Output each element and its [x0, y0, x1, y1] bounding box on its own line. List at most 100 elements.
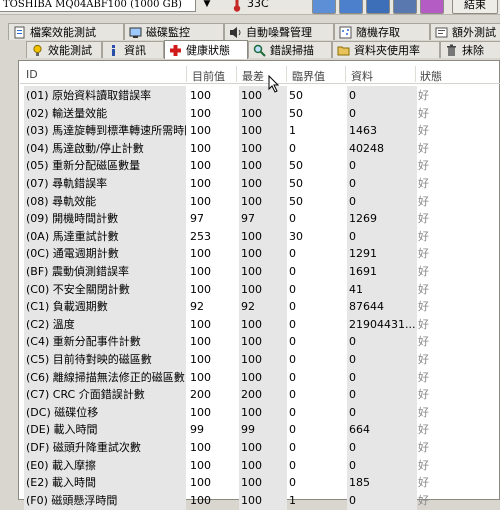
- cell-current: 92: [190, 300, 204, 314]
- table-row[interactable]: (C2) 溫度 100 100 0 21904431... 好: [20, 314, 500, 334]
- cell-id: (0A) 馬達重試計數: [24, 226, 186, 246]
- cell-worst: 100: [239, 262, 287, 281]
- cell-status: 好: [418, 335, 429, 349]
- cell-data: 0: [347, 103, 417, 123]
- table-row[interactable]: (E2) 載入時間 100 100 0 185 好: [20, 473, 500, 493]
- table-row[interactable]: (DC) 磁碟位移 100 100 0 0 好: [20, 402, 500, 422]
- tab-label: 健康狀態: [186, 44, 230, 57]
- cell-status: 好: [418, 300, 429, 314]
- tab-file-benchmark[interactable]: 檔案效能測試: [8, 23, 124, 40]
- cell-data: 0: [347, 438, 417, 457]
- table-row[interactable]: (F0) 磁頭懸浮時間 100 100 1 0 好: [20, 490, 500, 510]
- cell-data: 0: [347, 367, 417, 387]
- table-row[interactable]: (04) 馬達啟動/停止計數 100 100 0 40248 好: [20, 138, 500, 158]
- thermometer-icon: [233, 0, 241, 12]
- column-header-id[interactable]: ID: [26, 68, 38, 81]
- tab-benchmark[interactable]: 效能測試: [26, 41, 102, 58]
- copy-button[interactable]: [312, 0, 336, 14]
- table-row[interactable]: (C0) 不安全關閉計數 100 100 0 41 好: [20, 279, 500, 299]
- table-row[interactable]: (09) 開機時間計數 97 97 0 1269 好: [20, 209, 500, 229]
- table-row[interactable]: (E0) 載入摩擦 100 100 0 0 好: [20, 455, 500, 475]
- table-row[interactable]: (DF) 磁頭升降重試次數 100 100 0 0 好: [20, 438, 500, 457]
- table-row[interactable]: (C5) 目前待對映的磁區數 100 100 0 0 好: [20, 350, 500, 369]
- table-row[interactable]: (BF) 震動偵測錯誤率 100 100 0 1691 好: [20, 262, 500, 281]
- cell-current: 100: [190, 441, 211, 454]
- tab-error-scan[interactable]: 錯誤掃描: [248, 41, 332, 58]
- tab-random-access[interactable]: 隨機存取: [334, 23, 430, 40]
- tab-folder-usage[interactable]: 資料夾使用率: [332, 41, 440, 58]
- table-row[interactable]: (C6) 離線掃描無法修正的磁區數 100 100 0 0 好: [20, 367, 500, 387]
- table-row[interactable]: (05) 重新分配磁區數量 100 100 50 0 好: [20, 156, 500, 176]
- table-row[interactable]: (DE) 載入時間 99 99 0 664 好: [20, 420, 500, 440]
- table-row[interactable]: (0C) 通電週期計數 100 100 0 1291 好: [20, 244, 500, 264]
- cell-id: (C6) 離線掃描無法修正的磁區數: [24, 367, 186, 387]
- table-row[interactable]: (0A) 馬達重試計數 253 100 30 0 好: [20, 226, 500, 246]
- cell-threshold: 0: [289, 335, 296, 349]
- cell-current: 100: [190, 89, 211, 102]
- table-row[interactable]: (03) 馬達旋轉到標準轉速所需時間 100 100 1 1463 好: [20, 121, 500, 141]
- cell-current: 99: [190, 423, 204, 437]
- table-row[interactable]: (01) 原始資料讀取錯誤率 100 100 50 0 好: [20, 86, 500, 105]
- cell-data: 1269: [347, 209, 417, 229]
- cell-data: 0: [347, 455, 417, 475]
- cell-id: (E0) 載入摩擦: [24, 455, 186, 475]
- cell-data: 41: [347, 279, 417, 299]
- cell-id: (BF) 震動偵測錯誤率: [24, 262, 186, 281]
- smart-attribute-table[interactable]: ID 目前值 最差 臨界值 資料 狀態 (01) 原始資料讀取錯誤率 100 100…: [18, 60, 500, 510]
- cell-current: 100: [190, 405, 211, 419]
- cell-id: (03) 馬達旋轉到標準轉速所需時間: [24, 121, 186, 141]
- tab-label: 隨機存取: [356, 26, 400, 39]
- cell-threshold: 0: [289, 388, 296, 402]
- column-header-worst[interactable]: 最差: [242, 68, 264, 84]
- column-header-data[interactable]: 資料: [351, 68, 373, 84]
- cell-status: 好: [418, 423, 429, 437]
- cell-status: 好: [418, 388, 429, 402]
- table-row[interactable]: (07) 尋軌錯誤率 100 100 50 0 好: [20, 174, 500, 193]
- cell-id: (C5) 目前待對映的磁區數: [24, 350, 186, 369]
- cell-threshold: 30: [289, 229, 303, 243]
- cell-current: 100: [190, 106, 211, 120]
- download-button[interactable]: [420, 0, 444, 14]
- cell-status: 好: [418, 353, 429, 366]
- drive-select[interactable]: TOSHIBA MQ04ABF100 (1000 GB): [0, 0, 196, 12]
- cell-current: 100: [190, 265, 211, 278]
- tab-acoustic[interactable]: 自動噪聲管理: [224, 23, 334, 40]
- cell-worst: 92: [239, 297, 287, 317]
- column-header-threshold[interactable]: 臨界值: [292, 68, 325, 84]
- cell-data: 0: [347, 86, 417, 105]
- table-row[interactable]: (08) 尋軌效能 100 100 50 0 好: [20, 191, 500, 211]
- column-header-status[interactable]: 狀態: [420, 68, 442, 84]
- tab-label: 自動噪聲管理: [246, 26, 312, 39]
- cell-threshold: 0: [289, 370, 296, 384]
- cell-current: 100: [190, 370, 211, 384]
- chevron-down-icon[interactable]: ▼: [200, 0, 214, 11]
- cell-current: 100: [190, 159, 211, 173]
- camera-button[interactable]: [366, 0, 390, 14]
- tab-label: 錯誤掃描: [270, 44, 314, 57]
- tab-erase[interactable]: 抹除: [440, 41, 500, 58]
- cell-worst: 100: [239, 367, 287, 387]
- cell-worst: 100: [239, 490, 287, 510]
- cell-threshold: 1: [289, 493, 296, 507]
- cell-id: (C4) 重新分配事件計數: [24, 332, 186, 352]
- table-row[interactable]: (C7) CRC 介面錯誤計數 200 200 0 0 好: [20, 385, 500, 405]
- cell-id: (02) 輸送量效能: [24, 103, 186, 123]
- tab-info[interactable]: 資訊: [102, 41, 164, 58]
- table-row[interactable]: (C1) 負載週期數 92 92 0 87644 好: [20, 297, 500, 317]
- cell-current: 100: [190, 282, 211, 296]
- column-header-current[interactable]: 目前值: [192, 68, 225, 84]
- file-benchmark-icon: [14, 26, 25, 38]
- cell-status: 好: [418, 247, 429, 261]
- tab-extra-tests[interactable]: 額外測試: [430, 23, 500, 40]
- save-button[interactable]: [393, 0, 417, 14]
- cell-id: (C1) 負載週期數: [24, 297, 186, 317]
- cell-data: 185: [347, 473, 417, 493]
- table-row[interactable]: (C4) 重新分配事件計數 100 100 0 0 好: [20, 332, 500, 352]
- copy-image-button[interactable]: [339, 0, 363, 14]
- tab-health[interactable]: 健康狀態: [164, 40, 248, 59]
- tab-row-2: 效能測試 資訊 健康狀態 錯誤掃描 資料夾使用率 抹除: [0, 40, 500, 59]
- exit-button[interactable]: 結束: [452, 0, 498, 14]
- cell-current: 100: [190, 124, 211, 138]
- table-row[interactable]: (02) 輸送量效能 100 100 50 0 好: [20, 103, 500, 123]
- tab-disk-monitor[interactable]: 磁碟監控: [124, 23, 224, 40]
